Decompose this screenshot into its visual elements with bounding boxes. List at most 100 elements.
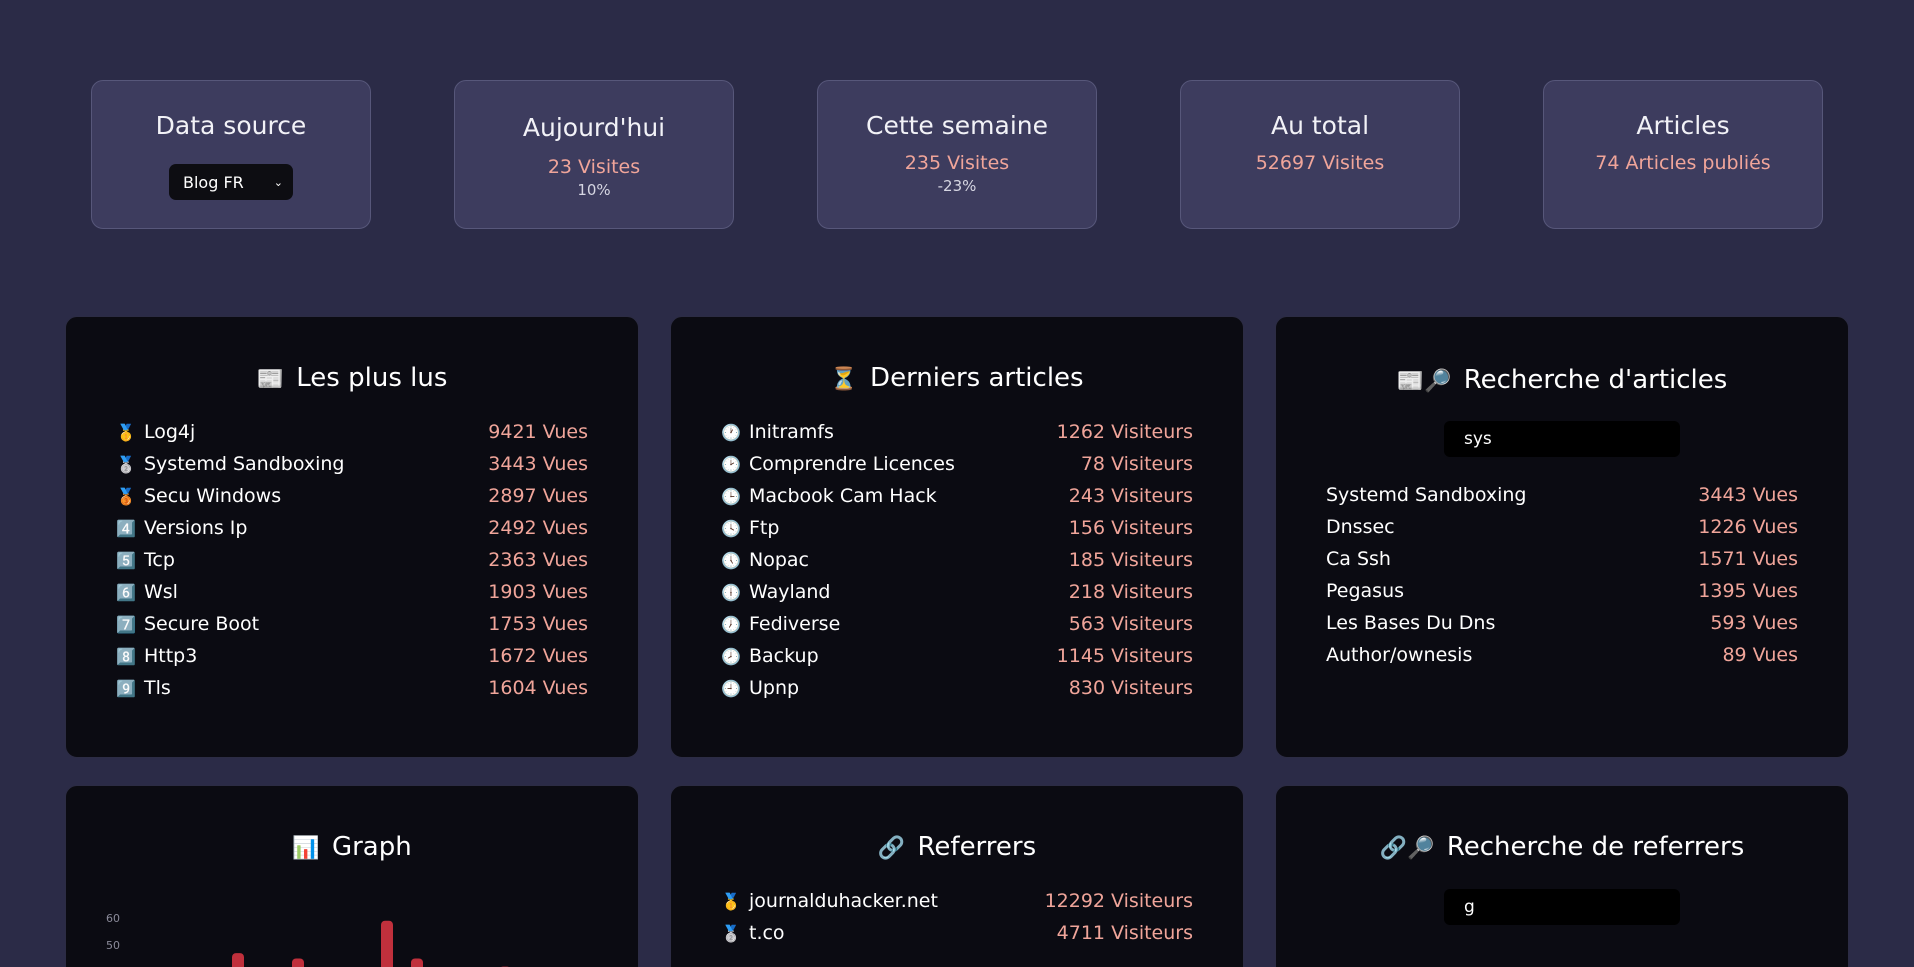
newspaper-icon: 📰 bbox=[256, 367, 285, 392]
rank-icon: 🕓 bbox=[721, 518, 741, 538]
item-name: Ca Ssh bbox=[1326, 548, 1391, 570]
latest-article-item[interactable]: 🕓 Ftp 156 Visiteurs bbox=[721, 512, 1193, 544]
item-value: 1262 Visiteurs bbox=[1056, 421, 1193, 443]
most-read-item[interactable]: 9️⃣ Tls 1604 Vues bbox=[116, 672, 588, 704]
chart-bar bbox=[232, 953, 244, 967]
item-name: 🕘 Upnp bbox=[721, 677, 800, 699]
referrers-panel: 🔗 Referrers 🥇 journalduhacker.net 12292 Vi… bbox=[670, 785, 1244, 967]
referrer-search-input[interactable]: g bbox=[1444, 889, 1680, 925]
search-result-item[interactable]: Systemd Sandboxing 3443 Vues bbox=[1326, 479, 1798, 511]
latest-article-item[interactable]: 🕒 Macbook Cam Hack 243 Visiteurs bbox=[721, 480, 1193, 512]
item-value: 12292 Visiteurs bbox=[1044, 890, 1193, 912]
card-title: Cette semaine bbox=[865, 111, 1049, 140]
card-title: Data source bbox=[155, 111, 307, 140]
rank-icon: 🥈 bbox=[116, 454, 136, 474]
item-name: 🕒 Macbook Cam Hack bbox=[721, 485, 937, 507]
item-value: 1395 Vues bbox=[1698, 580, 1798, 602]
y-tick-label: 50 bbox=[106, 939, 120, 952]
link-search-icon: 🔗🔎 bbox=[1379, 836, 1435, 861]
rank-icon: 🕕 bbox=[721, 582, 741, 602]
graph-panel: 📊 Graph 405060 bbox=[65, 785, 639, 967]
item-value: 9421 Vues bbox=[488, 421, 588, 443]
search-result-item[interactable]: Dnssec 1226 Vues bbox=[1326, 511, 1798, 543]
most-read-item[interactable]: 6️⃣ Wsl 1903 Vues bbox=[116, 576, 588, 608]
y-tick-label: 60 bbox=[106, 912, 120, 925]
item-value: 563 Visiteurs bbox=[1068, 613, 1193, 635]
latest-article-item[interactable]: 🕕 Wayland 218 Visiteurs bbox=[721, 576, 1193, 608]
rank-icon: 🕒 bbox=[721, 486, 741, 506]
item-name: 5️⃣ Tcp bbox=[116, 549, 175, 571]
card-title: Articles bbox=[1636, 111, 1730, 140]
total-card: Au total 52697 Visites bbox=[1180, 80, 1460, 229]
articles-count: 74 Articles publiés bbox=[1595, 152, 1771, 174]
item-name: 🕐 Initramfs bbox=[721, 421, 834, 443]
most-read-item[interactable]: 🥈 Systemd Sandboxing 3443 Vues bbox=[116, 448, 588, 480]
select-value: Blog FR bbox=[183, 172, 244, 192]
item-value: 1571 Vues bbox=[1698, 548, 1798, 570]
item-name: 🕔 Nopac bbox=[721, 549, 809, 571]
card-title: Au total bbox=[1270, 111, 1370, 140]
latest-article-item[interactable]: 🕑 Comprendre Licences 78 Visiteurs bbox=[721, 448, 1193, 480]
panel-title: 📰 Les plus lus bbox=[256, 363, 448, 393]
item-value: 185 Visiteurs bbox=[1068, 549, 1193, 571]
most-read-item[interactable]: 4️⃣ Versions Ip 2492 Vues bbox=[116, 512, 588, 544]
rank-icon: 🕑 bbox=[721, 454, 741, 474]
item-name: 7️⃣ Secure Boot bbox=[116, 613, 260, 635]
rank-icon: 6️⃣ bbox=[116, 582, 136, 602]
search-result-item[interactable]: Pegasus 1395 Vues bbox=[1326, 575, 1798, 607]
rank-icon: 5️⃣ bbox=[116, 550, 136, 570]
item-name: 6️⃣ Wsl bbox=[116, 581, 178, 603]
data-source-select[interactable]: Blog FR ⌄ bbox=[169, 164, 293, 200]
visits-bar-chart: 405060 bbox=[106, 912, 509, 967]
most-read-item[interactable]: 5️⃣ Tcp 2363 Vues bbox=[116, 544, 588, 576]
referrer-item[interactable]: 🥇 journalduhacker.net 12292 Visiteurs bbox=[721, 885, 1193, 917]
item-value: 830 Visiteurs bbox=[1068, 677, 1193, 699]
articles-card: Articles 74 Articles publiés bbox=[1543, 80, 1823, 229]
hourglass-icon: ⏳ bbox=[830, 367, 858, 392]
most-read-item[interactable]: 7️⃣ Secure Boot 1753 Vues bbox=[116, 608, 588, 640]
item-value: 3443 Vues bbox=[1698, 484, 1798, 506]
item-value: 2897 Vues bbox=[488, 485, 588, 507]
item-name: Pegasus bbox=[1326, 580, 1405, 602]
article-search-input[interactable]: sys bbox=[1444, 421, 1680, 457]
item-name: 9️⃣ Tls bbox=[116, 677, 171, 699]
newspaper-search-icon: 📰🔎 bbox=[1396, 369, 1452, 394]
item-name: 🥇 journalduhacker.net bbox=[721, 890, 938, 912]
item-name: 🕗 Backup bbox=[721, 645, 819, 667]
search-result-item[interactable]: Author/ownesis 89 Vues bbox=[1326, 639, 1798, 671]
item-value: 1672 Vues bbox=[488, 645, 588, 667]
item-value: 3443 Vues bbox=[488, 453, 588, 475]
article-search-results: Systemd Sandboxing 3443 Vues Dnssec 1226 Vu… bbox=[1326, 479, 1798, 671]
most-read-list: 🥇 Log4j 9421 Vues 🥈 Systemd Sandboxing 3443 V… bbox=[116, 416, 588, 704]
week-change: -23% bbox=[937, 177, 977, 195]
link-icon: 🔗 bbox=[877, 836, 906, 861]
item-name: Author/ownesis bbox=[1326, 644, 1473, 666]
latest-article-item[interactable]: 🕖 Fediverse 563 Visiteurs bbox=[721, 608, 1193, 640]
latest-article-item[interactable]: 🕐 Initramfs 1262 Visiteurs bbox=[721, 416, 1193, 448]
latest-article-item[interactable]: 🕔 Nopac 185 Visiteurs bbox=[721, 544, 1193, 576]
rank-icon: 🥇 bbox=[116, 422, 136, 442]
most-read-item[interactable]: 🥇 Log4j 9421 Vues bbox=[116, 416, 588, 448]
referrer-search-panel: 🔗🔎 Recherche de referrers g bbox=[1275, 785, 1849, 967]
panel-title: ⏳ Derniers articles bbox=[830, 363, 1084, 393]
latest-articles-panel: ⏳ Derniers articles 🕐 Initramfs 1262 Visit… bbox=[670, 316, 1244, 758]
rank-icon: 7️⃣ bbox=[116, 614, 136, 634]
referrer-item[interactable]: 🥈 t.co 4711 Visiteurs bbox=[721, 917, 1193, 949]
panel-title: 📰🔎 Recherche d'articles bbox=[1396, 365, 1728, 395]
week-card: Cette semaine 235 Visites -23% bbox=[817, 80, 1097, 229]
item-value: 218 Visiteurs bbox=[1068, 581, 1193, 603]
rank-icon: 🥉 bbox=[116, 486, 136, 506]
search-result-item[interactable]: Ca Ssh 1571 Vues bbox=[1326, 543, 1798, 575]
item-name: 🕑 Comprendre Licences bbox=[721, 453, 955, 475]
rank-icon: 🕗 bbox=[721, 646, 741, 666]
latest-article-item[interactable]: 🕗 Backup 1145 Visiteurs bbox=[721, 640, 1193, 672]
search-result-item[interactable]: Les Bases Du Dns 593 Vues bbox=[1326, 607, 1798, 639]
item-name: Systemd Sandboxing bbox=[1326, 484, 1527, 506]
chart-bar bbox=[292, 958, 304, 967]
chart-bar bbox=[381, 920, 393, 967]
most-read-item[interactable]: 🥉 Secu Windows 2897 Vues bbox=[116, 480, 588, 512]
latest-article-item[interactable]: 🕘 Upnp 830 Visiteurs bbox=[721, 672, 1193, 704]
most-read-item[interactable]: 8️⃣ Http3 1672 Vues bbox=[116, 640, 588, 672]
item-name: Dnssec bbox=[1326, 516, 1395, 538]
latest-articles-list: 🕐 Initramfs 1262 Visiteurs 🕑 Comprendre Lice… bbox=[721, 416, 1193, 704]
